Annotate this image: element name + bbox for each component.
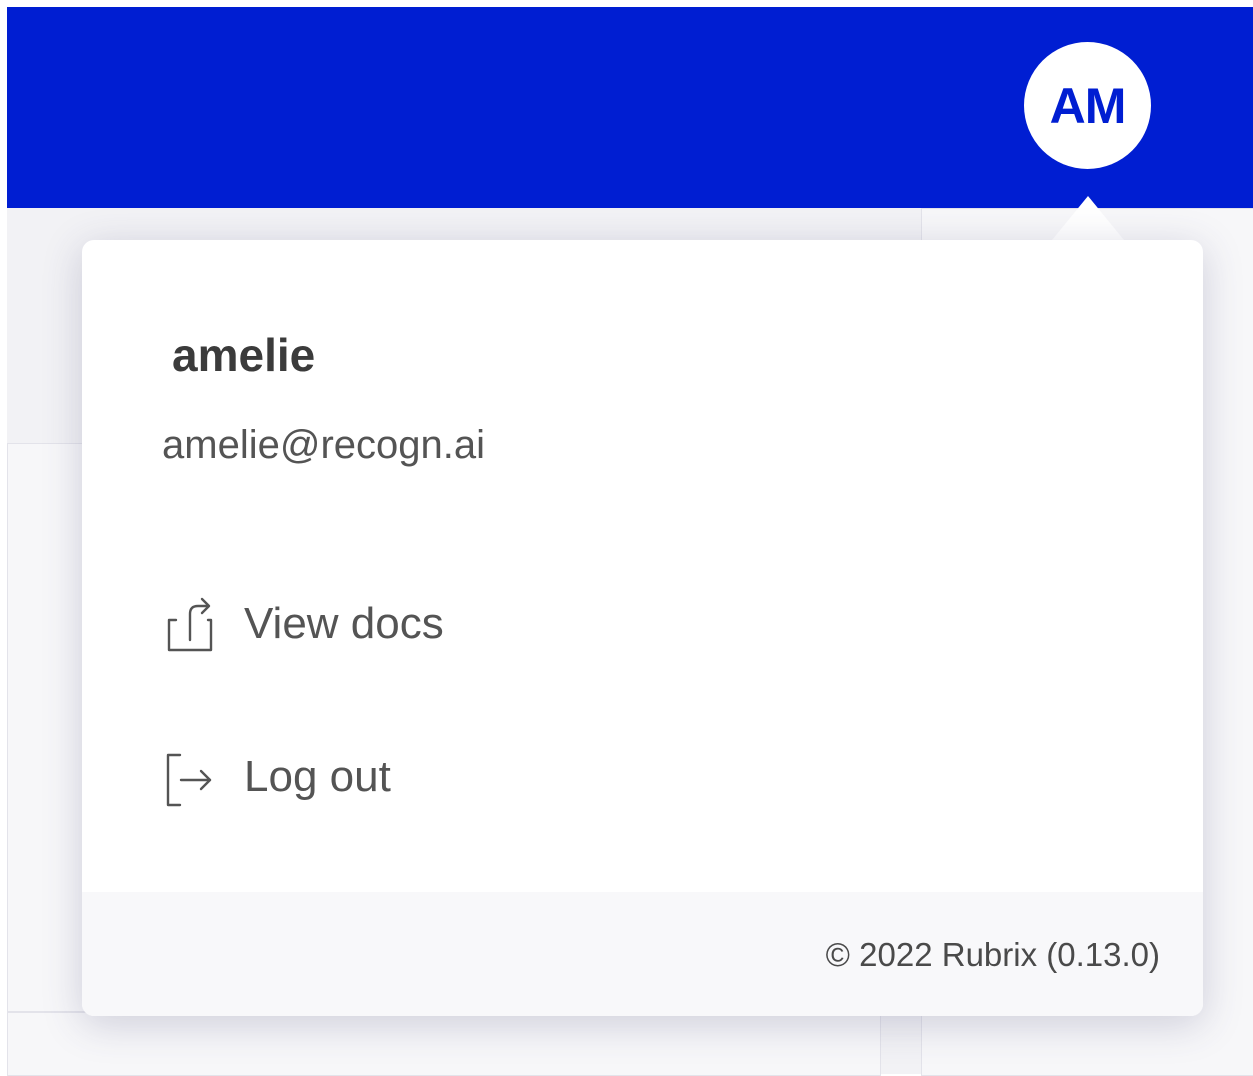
logout-icon bbox=[164, 745, 214, 809]
user-avatar-button[interactable]: AM bbox=[1024, 42, 1151, 169]
dropdown-footer: © 2022 Rubrix (0.13.0) bbox=[82, 892, 1203, 1016]
view-docs-label: View docs bbox=[244, 599, 444, 648]
log-out-button[interactable]: Log out bbox=[164, 745, 391, 809]
external-share-icon bbox=[164, 592, 214, 656]
user-menu-dropdown: amelie amelie@recogn.ai View docs Log ou… bbox=[82, 240, 1203, 1016]
copyright-text: © 2022 Rubrix (0.13.0) bbox=[825, 936, 1160, 973]
user-email: amelie@recogn.ai bbox=[162, 423, 485, 467]
dropdown-caret bbox=[1052, 196, 1124, 240]
log-out-label: Log out bbox=[244, 752, 391, 801]
view-docs-link[interactable]: View docs bbox=[164, 592, 444, 656]
user-name: amelie bbox=[172, 329, 316, 381]
background-panel bbox=[7, 1012, 881, 1076]
